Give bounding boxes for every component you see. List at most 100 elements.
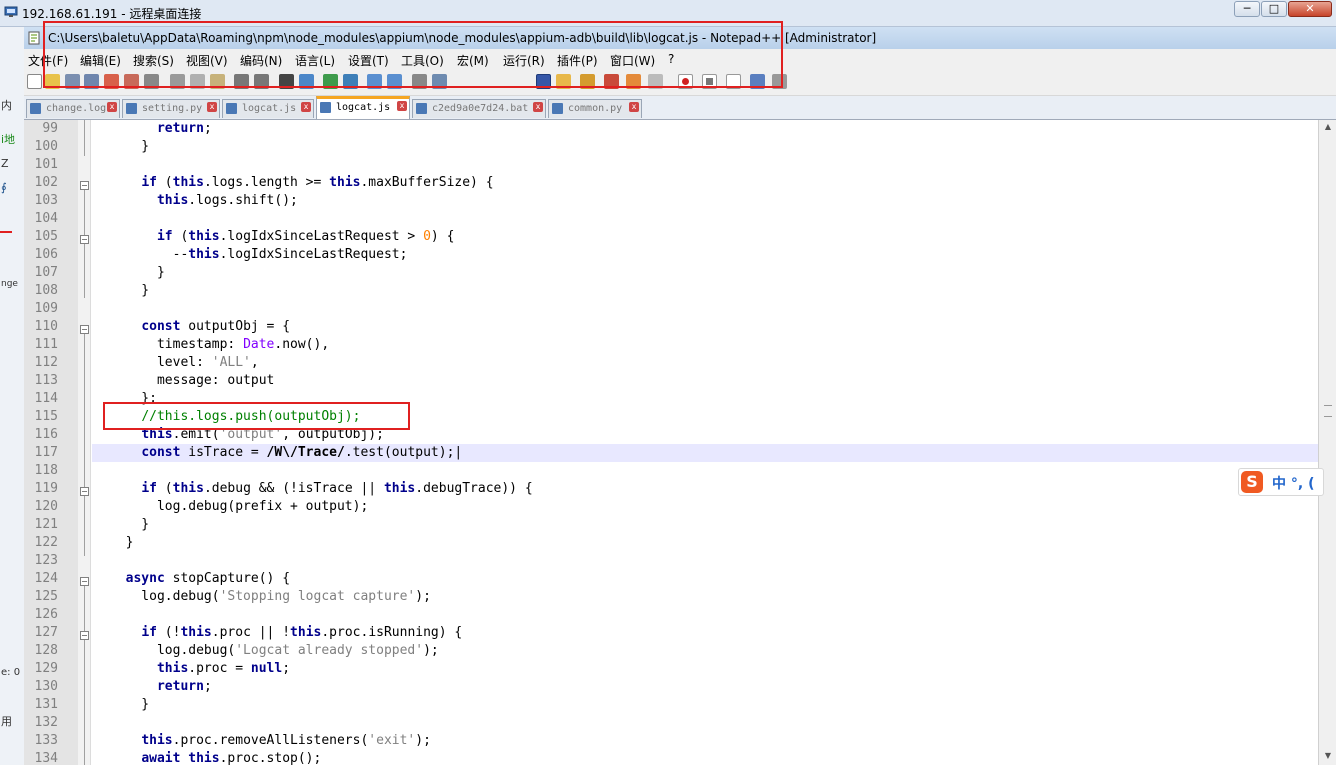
tab-logcat-js-active[interactable]: logcat.js x xyxy=(316,96,410,119)
line-number: 106 xyxy=(34,247,58,262)
file-icon xyxy=(320,102,331,113)
line-number: 112 xyxy=(34,355,58,370)
line-number: 130 xyxy=(34,679,58,694)
line-number: 114 xyxy=(34,391,58,406)
line-number: 105 xyxy=(34,229,58,244)
code-line: } xyxy=(110,139,150,154)
file-icon xyxy=(552,103,563,114)
code-line: await this.proc.stop(); xyxy=(141,751,322,765)
minimize-button[interactable]: ─ xyxy=(1234,1,1260,17)
ime-status: 中 °, ( xyxy=(1272,476,1315,492)
line-number: 131 xyxy=(34,697,58,712)
code-line: this.proc.removeAllListeners('exit'); xyxy=(141,733,431,748)
tab-label: logcat.js xyxy=(242,103,297,114)
close-button[interactable]: ✕ xyxy=(1288,1,1332,17)
code-line: message: output xyxy=(110,373,275,388)
tab-close-icon[interactable]: x xyxy=(397,101,407,111)
code-editor[interactable]: 99 100 101 102 103 104 105 106 107 108 109 110 111 11… xyxy=(24,120,1318,765)
fold-toggle[interactable] xyxy=(80,577,89,586)
line-number: 120 xyxy=(34,499,58,514)
maximize-icon: □ xyxy=(1268,2,1280,15)
fold-toggle[interactable] xyxy=(80,631,89,640)
scroll-up-icon[interactable]: ▲ xyxy=(1322,122,1334,134)
background-text: i地 xyxy=(1,133,16,146)
code-line-current: const isTrace = /W\/Trace/.test(output);… xyxy=(141,445,463,460)
line-number: 102 xyxy=(34,175,58,190)
code-line: const outputObj = { xyxy=(141,319,291,334)
line-number: 123 xyxy=(34,553,58,568)
scroll-thumb[interactable] xyxy=(1324,405,1332,417)
line-number: 101 xyxy=(34,157,58,172)
sogou-logo: S xyxy=(1241,471,1263,493)
tab-setting-py[interactable]: setting.py x xyxy=(122,99,220,118)
line-number: 119 xyxy=(34,481,58,496)
minimize-icon: ─ xyxy=(1243,2,1251,15)
tab-close-icon[interactable]: x xyxy=(301,102,311,112)
code-line: if (this.debug && (!isTrace || this.debu… xyxy=(141,481,533,496)
fold-toggle[interactable] xyxy=(80,325,89,334)
remote-desktop-title: 192.168.61.191 - 远程桌面连接 xyxy=(22,7,202,21)
line-number: 100 xyxy=(34,139,58,154)
code-line: } xyxy=(110,265,165,280)
line-number: 110 xyxy=(34,319,58,334)
background-text: nge xyxy=(1,279,18,289)
line-number: 116 xyxy=(34,427,58,442)
code-line: return; xyxy=(156,121,212,136)
annotation-box-title xyxy=(43,21,783,88)
tab-label: setting.py xyxy=(142,103,203,114)
close-icon: ✕ xyxy=(1305,2,1315,15)
vertical-scrollbar[interactable]: ▲ ▼ xyxy=(1318,120,1336,765)
line-number: 133 xyxy=(34,733,58,748)
line-number: 103 xyxy=(34,193,58,208)
code-line: } xyxy=(110,535,134,550)
line-number: 109 xyxy=(34,301,58,316)
code-line: async stopCapture() { xyxy=(125,571,291,586)
code-line: } xyxy=(110,517,150,532)
tab-change-log[interactable]: change.log x xyxy=(26,99,120,118)
fold-toggle[interactable] xyxy=(80,181,89,190)
line-number: 99 xyxy=(42,121,58,136)
fold-toggle[interactable] xyxy=(80,235,89,244)
file-icon xyxy=(226,103,237,114)
line-number: 115 xyxy=(34,409,58,424)
code-line: } xyxy=(110,283,150,298)
scroll-down-icon[interactable]: ▼ xyxy=(1322,751,1334,763)
background-text: 用 xyxy=(1,715,12,728)
line-number: 127 xyxy=(34,625,58,640)
line-number: 125 xyxy=(34,589,58,604)
fold-toggle[interactable] xyxy=(80,487,89,496)
tab-close-icon[interactable]: x xyxy=(207,102,217,112)
background-text: Z xyxy=(1,157,9,170)
file-icon xyxy=(126,103,137,114)
code-line: if (this.logs.length >= this.maxBufferSi… xyxy=(141,175,494,190)
tab-logcat-js[interactable]: logcat.js x xyxy=(222,99,314,118)
line-number: 118 xyxy=(34,463,58,478)
new-file-icon[interactable] xyxy=(27,74,42,89)
tab-common-py[interactable]: common.py x xyxy=(548,99,642,118)
line-number: 126 xyxy=(34,607,58,622)
line-number: 124 xyxy=(34,571,58,586)
tab-label: change.log xyxy=(46,103,107,114)
code-line: this.proc = null; xyxy=(156,661,291,676)
maximize-button[interactable]: □ xyxy=(1261,1,1287,17)
line-number: 132 xyxy=(34,715,58,730)
line-number: 104 xyxy=(34,211,58,226)
code-line: if (this.logIdxSinceLastRequest > 0) { xyxy=(156,229,455,244)
tab-bat-file[interactable]: c2ed9a0e7d24.bat x xyxy=(412,99,546,118)
tab-label: common.py xyxy=(568,103,623,114)
code-line: if (!this.proc || !this.proc.isRunning) … xyxy=(141,625,463,640)
line-number: 108 xyxy=(34,283,58,298)
background-text: e: 0 xyxy=(1,667,21,678)
tab-close-icon[interactable]: x xyxy=(533,102,543,112)
code-line: return; xyxy=(156,679,212,694)
remote-desktop-icon xyxy=(4,6,18,17)
code-line: --this.logIdxSinceLastRequest; xyxy=(110,247,408,262)
code-line: level: 'ALL', xyxy=(110,355,259,370)
tab-close-icon[interactable]: x xyxy=(629,102,639,112)
tab-close-icon[interactable]: x xyxy=(107,102,117,112)
code-line: log.debug('Stopping logcat capture'); xyxy=(110,589,431,604)
file-icon xyxy=(416,103,427,114)
background-window-strip: 内 i地 Z ∮ nge e: 0 用 xyxy=(0,27,25,765)
line-number: 111 xyxy=(34,337,58,352)
ime-toolbar[interactable]: S 中 °, ( xyxy=(1238,468,1324,496)
